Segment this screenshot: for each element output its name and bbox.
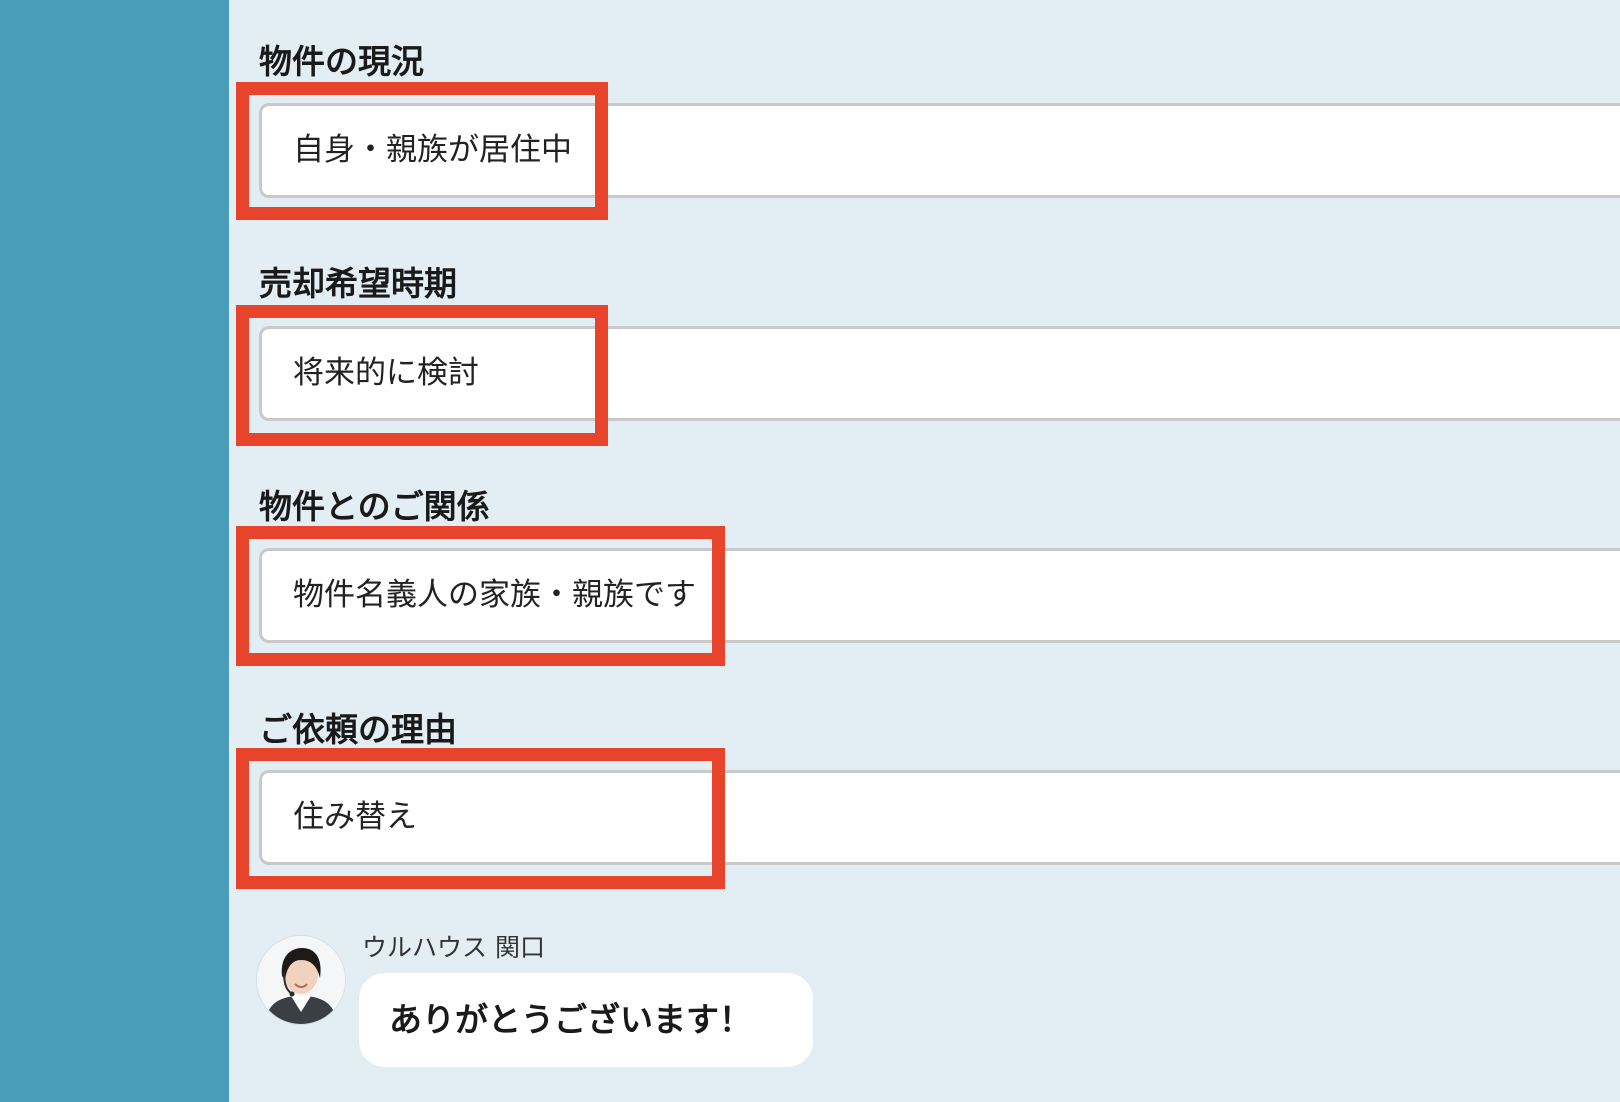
field-value-property-status: 自身・親族が居住中 bbox=[293, 132, 572, 168]
field-value-request-reason: 住み替え bbox=[293, 799, 417, 835]
field-input-property-status[interactable]: 自身・親族が居住中 bbox=[259, 103, 1620, 198]
operator-avatar bbox=[256, 935, 346, 1025]
field-label-relationship: 物件とのご関係 bbox=[259, 487, 490, 526]
left-sidebar bbox=[0, 0, 229, 1102]
field-input-sale-timing[interactable]: 将来的に検討 bbox=[259, 326, 1620, 421]
field-value-sale-timing: 将来的に検討 bbox=[293, 355, 479, 391]
field-label-request-reason: ご依頼の理由 bbox=[259, 710, 457, 749]
operator-portrait-icon bbox=[257, 936, 345, 1024]
form-content: 物件の現況 自身・親族が居住中 売却希望時期 将来的に検討 物件とのご関係 物件… bbox=[229, 0, 1620, 1102]
field-input-relationship[interactable]: 物件名義人の家族・親族です bbox=[259, 548, 1620, 643]
field-value-relationship: 物件名義人の家族・親族です bbox=[293, 577, 696, 613]
field-input-request-reason[interactable]: 住み替え bbox=[259, 770, 1620, 865]
chat-sender-name: ウルハウス 関口 bbox=[362, 933, 545, 962]
field-label-property-status: 物件の現況 bbox=[259, 42, 424, 81]
field-label-sale-timing: 売却希望時期 bbox=[259, 264, 457, 303]
chat-message-bubble: ありがとうございます！ bbox=[359, 973, 813, 1067]
